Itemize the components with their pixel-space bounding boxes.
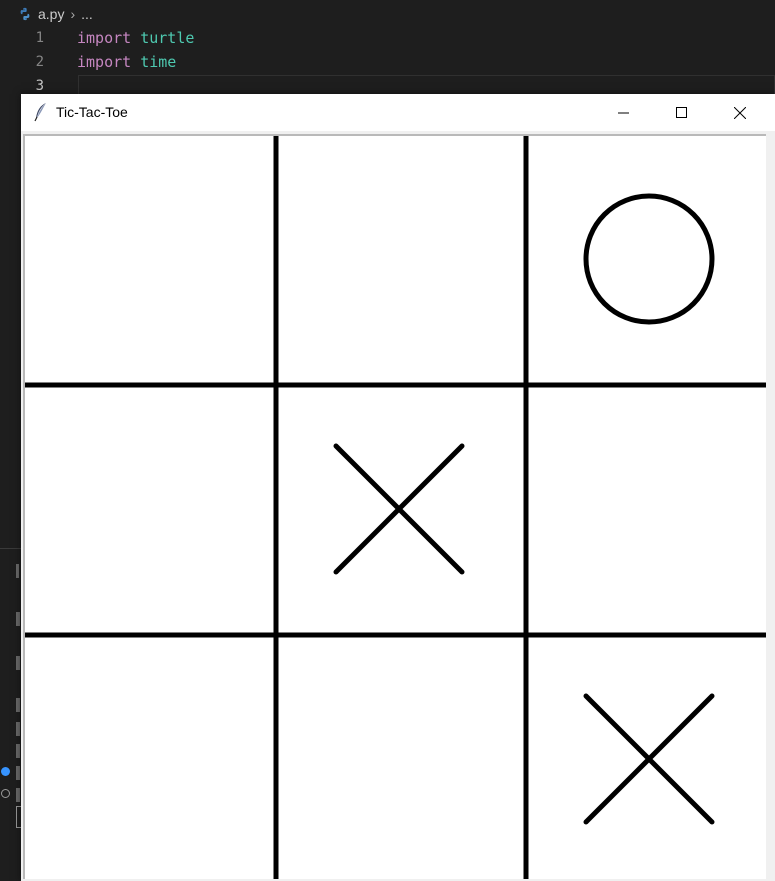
module-name: time [140, 53, 177, 71]
board-cell-r1-c3[interactable] [525, 136, 766, 383]
terminal-fragment [16, 722, 20, 736]
tic-tac-toe-window[interactable]: Tic-Tac-Toe [21, 94, 775, 881]
board-cell-r1-c2[interactable] [275, 136, 523, 383]
chevron-right-icon: › [70, 6, 76, 22]
minimize-icon [618, 112, 629, 113]
module-name: turtle [140, 29, 195, 47]
keyword: import [77, 29, 132, 47]
board-cell-r2-c1[interactable] [25, 386, 273, 633]
breadcrumb-file[interactable]: a.py [38, 6, 64, 22]
line-number: 1 [35, 30, 44, 46]
terminal-fragment [16, 788, 20, 802]
board-cell-r1-c1[interactable] [25, 136, 273, 383]
close-button[interactable] [711, 94, 769, 131]
breadcrumb-more[interactable]: ... [81, 6, 93, 22]
keyword: import [77, 53, 132, 71]
maximize-button[interactable] [653, 94, 711, 131]
code-text: import time [77, 53, 176, 71]
terminal-fragment [16, 698, 20, 712]
window-title: Tic-Tac-Toe [56, 104, 128, 120]
tic-tac-toe-board[interactable] [25, 136, 766, 879]
breadcrumb[interactable]: a.py › ... [18, 4, 93, 24]
feather-icon [34, 103, 46, 122]
window-titlebar[interactable]: Tic-Tac-Toe [21, 94, 775, 131]
board-cell-r3-c1[interactable] [25, 636, 273, 879]
game-canvas[interactable] [23, 134, 766, 879]
terminal-fragment [16, 766, 20, 780]
line-number: 2 [35, 54, 44, 70]
terminal-fragment [16, 656, 20, 670]
close-icon [734, 106, 746, 119]
python-file-icon [20, 7, 30, 21]
terminal-fragment [16, 612, 20, 626]
code-line-2[interactable]: 2 import time [0, 50, 775, 74]
status-circle-icon [1, 789, 10, 798]
status-dot-icon [1, 767, 10, 776]
line-number: 3 [35, 78, 44, 94]
code-line-1[interactable]: 1 import turtle [0, 26, 775, 50]
terminal-fragment [16, 744, 20, 758]
maximize-icon [676, 106, 687, 118]
board-cell-r2-c3[interactable] [525, 386, 766, 633]
code-text: import turtle [77, 29, 194, 47]
terminal-fragment [16, 564, 19, 578]
minimize-button[interactable] [595, 94, 653, 131]
board-cell-r3-c2[interactable] [275, 636, 523, 879]
